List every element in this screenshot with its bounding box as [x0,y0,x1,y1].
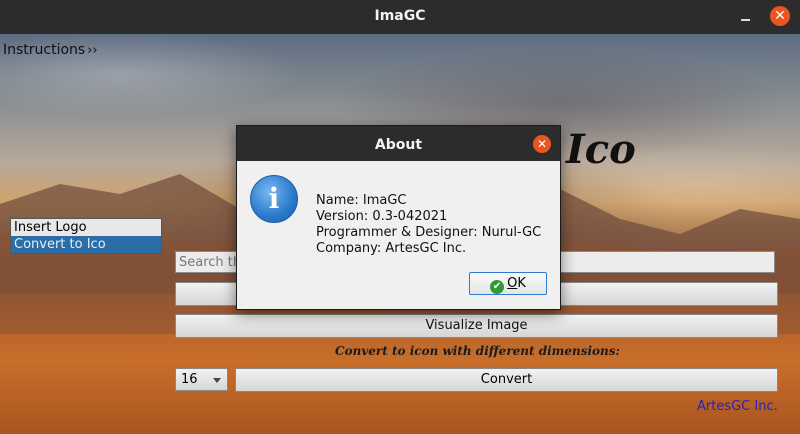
window-close-button[interactable]: ✕ [770,6,790,26]
about-version: Version: 0.3-042021 [316,209,448,224]
ok-label-rest: K [517,276,526,291]
menu-item-insert-logo[interactable]: Insert Logo [11,219,161,236]
dimension-value: 16 [181,372,198,387]
dimension-select[interactable]: 16 [175,368,228,391]
chevron-right-icon: ›› [87,43,98,58]
dialog-titlebar: About ✕ [237,126,560,161]
about-name: Name: ImaGC [316,193,407,208]
convert-button[interactable]: Convert [235,368,778,392]
visualize-image-button[interactable]: Visualize Image [175,314,778,338]
about-programmer: Programmer & Designer: Nurul-GC [316,225,542,240]
ok-label-mnemonic: O [507,276,518,291]
window-titlebar: ImaGC ✕ [0,0,800,34]
instructions-label: Instructions [3,42,86,58]
checkmark-icon: ✔ [490,280,505,294]
about-details: Name: ImaGC Version: 0.3-042021 Programm… [316,193,541,257]
menu-item-convert-to-ico[interactable]: Convert to Ico [11,236,161,253]
minimize-icon[interactable] [739,8,753,22]
dialog-close-button[interactable]: ✕ [533,135,551,153]
window-title: ImaGC [374,8,426,24]
company-label: ArtesGC Inc. [697,399,778,414]
about-company: Company: ArtesGC Inc. [316,241,467,256]
page-heading: Ico [566,126,636,173]
about-dialog: About ✕ i Name: ImaGC Version: 0.3-04202… [236,125,561,310]
instructions-dropdown: Insert Logo Convert to Ico [10,218,162,254]
ok-button[interactable]: ✔ OK [469,272,547,295]
info-icon: i [250,175,298,223]
dimensions-caption: Convert to icon with different dimension… [335,344,620,358]
chevron-down-icon [213,378,221,383]
dialog-title: About [374,137,423,153]
instructions-menu[interactable]: Instructions ›› [3,42,98,58]
